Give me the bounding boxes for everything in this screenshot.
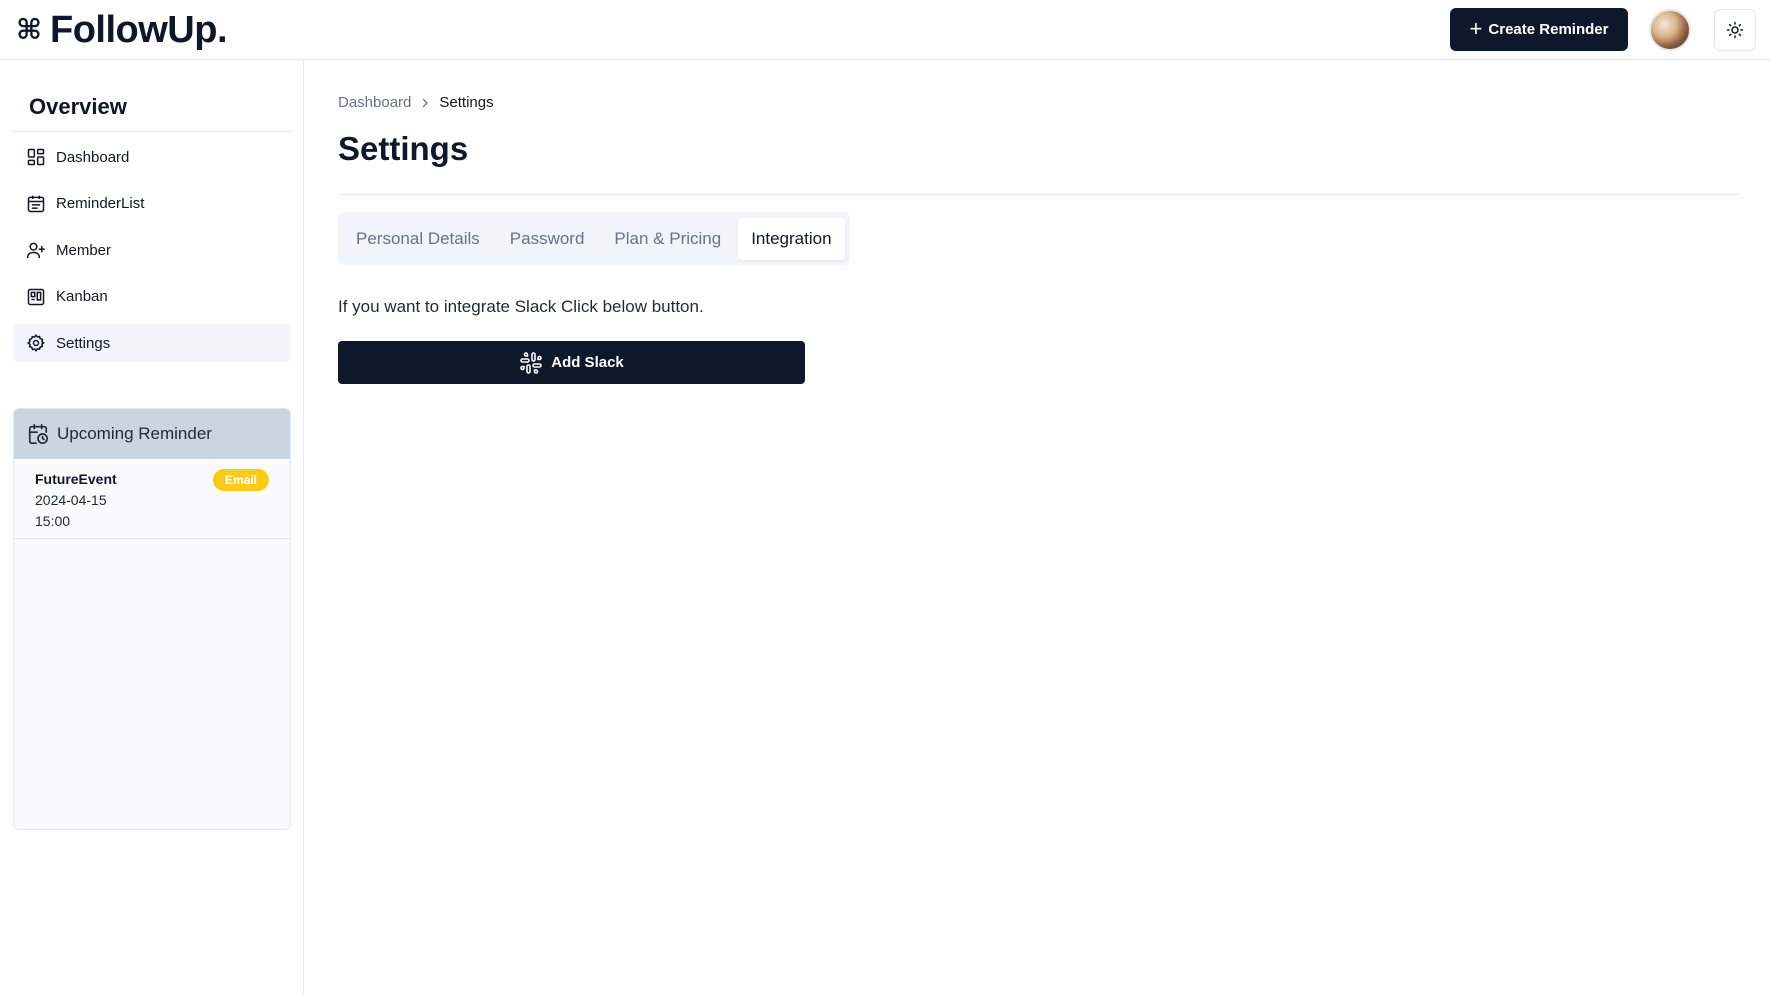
sidebar-item-kanban[interactable]: Kanban	[13, 278, 291, 316]
sidebar-item-label: Dashboard	[56, 148, 130, 166]
sidebar-item-member[interactable]: Member	[13, 231, 291, 269]
top-header: ⌘ FollowUp. + Create Reminder	[0, 0, 1771, 60]
calendar-clock-icon	[28, 424, 48, 444]
calendar-icon	[27, 195, 45, 212]
tab-password[interactable]: Password	[497, 218, 598, 260]
tab-personal-details[interactable]: Personal Details	[343, 218, 493, 260]
chevron-right-icon	[423, 98, 429, 107]
sidebar-nav: Dashboard ReminderList Member Kanban Set…	[13, 138, 291, 371]
sidebar-item-dashboard[interactable]: Dashboard	[13, 138, 291, 176]
sidebar-item-label: Settings	[56, 334, 111, 352]
breadcrumb-dashboard-link[interactable]: Dashboard	[338, 94, 411, 111]
upcoming-reminder-title: Upcoming Reminder	[57, 424, 212, 443]
reminder-type-badge: Email	[212, 469, 269, 491]
breadcrumb-current: Settings	[439, 94, 494, 111]
app-logo[interactable]: ⌘ FollowUp.	[16, 6, 228, 54]
avatar[interactable]	[1649, 9, 1691, 51]
create-reminder-label: Create Reminder	[1488, 21, 1609, 38]
gear-icon	[27, 334, 45, 352]
reminder-time: 15:00	[35, 513, 71, 529]
theme-toggle-button[interactable]	[1714, 9, 1756, 51]
app-name: FollowUp.	[49, 8, 228, 51]
create-reminder-button[interactable]: + Create Reminder	[1450, 8, 1628, 51]
grid-icon	[27, 148, 45, 166]
plus-icon: +	[1469, 15, 1483, 41]
sidebar-item-label: Kanban	[56, 288, 108, 305]
list-item[interactable]: FutureEvent 2024-04-15 15:00 Email	[14, 459, 290, 539]
settings-tabs: Personal Details Password Plan & Pricing…	[338, 212, 850, 265]
sidebar-item-reminderlist[interactable]: ReminderList	[13, 185, 291, 223]
add-slack-label: Add Slack	[551, 354, 624, 371]
sun-icon	[1726, 21, 1744, 39]
slack-icon	[520, 351, 543, 374]
tab-integration[interactable]: Integration	[738, 217, 845, 260]
upcoming-reminder-panel: Upcoming Reminder FutureEvent 2024-04-15…	[13, 408, 291, 830]
sidebar-item-settings[interactable]: Settings	[13, 324, 291, 362]
upcoming-reminder-header: Upcoming Reminder	[14, 409, 290, 459]
integration-description: If you want to integrate Slack Click bel…	[338, 297, 704, 316]
page-title: Settings	[338, 130, 469, 167]
command-icon: ⌘	[16, 14, 42, 45]
user-plus-icon	[26, 242, 46, 259]
sidebar-item-label: ReminderList	[56, 195, 145, 212]
sidebar: Overview Dashboard ReminderList Member K…	[0, 60, 304, 995]
sidebar-divider	[13, 131, 291, 132]
breadcrumb: Dashboard Settings	[338, 94, 494, 111]
sidebar-item-label: Member	[56, 241, 112, 259]
sidebar-title: Overview	[29, 94, 127, 119]
tab-plan-pricing[interactable]: Plan & Pricing	[601, 218, 734, 260]
title-divider	[338, 194, 1738, 195]
reminder-date: 2024-04-15	[35, 492, 107, 508]
kanban-icon	[27, 288, 45, 305]
add-slack-button[interactable]: Add Slack	[338, 341, 805, 384]
